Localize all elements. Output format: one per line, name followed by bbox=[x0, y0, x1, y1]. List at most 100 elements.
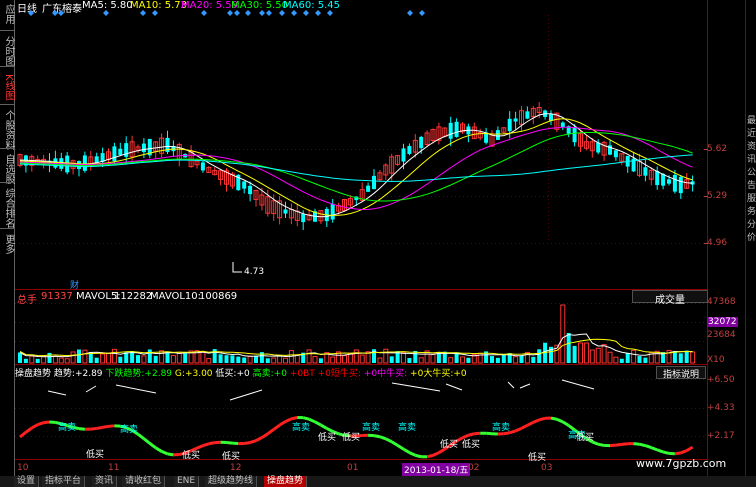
right-strip-char: 资 bbox=[747, 142, 756, 152]
volume-title: 总手 bbox=[17, 295, 37, 306]
right-strip-char: 最 bbox=[747, 116, 756, 126]
candle-body bbox=[613, 150, 618, 158]
tab-super-trendline[interactable]: 超级趋势线 bbox=[205, 476, 258, 487]
tab-news[interactable]: 资讯 bbox=[92, 476, 118, 487]
volume-bar bbox=[330, 356, 336, 364]
candle-body bbox=[94, 156, 99, 163]
right-strip-char: 告 bbox=[747, 181, 756, 191]
volume-bar bbox=[537, 349, 542, 363]
candle-body bbox=[448, 122, 453, 139]
indicator-segment bbox=[432, 451, 440, 457]
volume-bar bbox=[200, 351, 206, 364]
candle-body bbox=[560, 122, 565, 128]
trend-label: 趋势: bbox=[53, 369, 75, 379]
volume-bar bbox=[430, 353, 436, 364]
volume-indicator-select[interactable]: 成交量 bbox=[632, 290, 708, 306]
indicator-segment bbox=[261, 432, 269, 439]
low-price-marker: 4.73 bbox=[244, 267, 265, 277]
volume-bar bbox=[589, 349, 595, 364]
candle-body bbox=[366, 185, 371, 192]
volume-bar bbox=[136, 355, 140, 363]
volume-bar bbox=[637, 356, 642, 363]
indicator-segment bbox=[550, 416, 558, 421]
right-strip-char: 讯 bbox=[747, 155, 756, 165]
volume-tick-top: 47368 bbox=[707, 297, 736, 307]
signal-low-buy: 低买 bbox=[342, 433, 361, 443]
indicator-segment bbox=[90, 426, 97, 431]
signal-high-sell: 高卖 bbox=[58, 423, 77, 433]
indicator-segment bbox=[562, 420, 570, 427]
candle-body bbox=[672, 174, 677, 192]
indicator-segment bbox=[142, 437, 151, 445]
volume-bar bbox=[35, 358, 40, 363]
mavol10-label: MAVOL10: bbox=[150, 291, 202, 302]
volume-bar bbox=[418, 357, 424, 364]
volume-bar bbox=[466, 357, 471, 363]
indicator-tick-top: +6.50 bbox=[707, 375, 735, 385]
indicator-segment bbox=[514, 426, 523, 433]
indicator-segment bbox=[266, 428, 275, 435]
volume-bar bbox=[625, 353, 630, 363]
volume-bar bbox=[247, 355, 253, 364]
volume-bar bbox=[236, 356, 241, 363]
volume-bar bbox=[690, 351, 696, 364]
volume-bar bbox=[684, 350, 689, 363]
signal-low-buy: 低买 bbox=[318, 433, 337, 443]
indicator-help-button[interactable]: 指标说明 bbox=[656, 366, 706, 380]
mid-bull-label: 中牛买: bbox=[377, 369, 408, 379]
indicator-segment bbox=[25, 426, 33, 434]
big-bull-label: 大牛买: bbox=[423, 369, 454, 379]
indicator-segment bbox=[96, 425, 103, 430]
tab-settings[interactable]: 设置 bbox=[14, 476, 40, 487]
signal-low-buy: 低买 bbox=[576, 433, 595, 443]
volume-bar bbox=[77, 349, 81, 363]
indicator-segment bbox=[278, 420, 287, 427]
g-label: G: bbox=[174, 369, 185, 379]
mid-bull-value: +0 bbox=[363, 369, 378, 379]
volume-bar bbox=[224, 355, 229, 363]
right-strip-char: 公 bbox=[747, 168, 756, 178]
indicator-segment bbox=[674, 451, 682, 456]
tab-indicator-platform[interactable]: 指标平台 bbox=[42, 476, 86, 487]
tab-red-packet[interactable]: 请收红包 bbox=[122, 476, 166, 487]
signal-low-buy: 低买 bbox=[86, 450, 105, 460]
volume-bar bbox=[206, 358, 212, 364]
tab-ene[interactable]: ENE bbox=[174, 476, 200, 487]
indicator-segment bbox=[37, 421, 45, 427]
volume-bar bbox=[413, 351, 418, 363]
indicator-segment bbox=[208, 441, 215, 446]
x-label-dec: 12 bbox=[230, 463, 242, 473]
candle-body bbox=[596, 142, 601, 153]
volume-bar bbox=[306, 349, 312, 364]
indicator-segment bbox=[272, 423, 281, 431]
low-buy-label: 低买: bbox=[215, 369, 237, 379]
indicator-segment bbox=[556, 417, 564, 424]
right-strip-char: 分 bbox=[747, 220, 756, 230]
volume-bar bbox=[613, 356, 619, 364]
indicator-segment bbox=[249, 439, 257, 445]
volume-bar bbox=[643, 357, 648, 363]
volume-bar bbox=[460, 356, 465, 364]
bt-label: BT bbox=[303, 369, 315, 379]
indicator-segment bbox=[396, 444, 405, 451]
right-info-strip[interactable]: 最 近 资 讯 公 告 服 务 分 价 bbox=[747, 115, 756, 245]
indicator-segment bbox=[161, 450, 169, 456]
indicator-segment bbox=[644, 444, 652, 450]
candle-body bbox=[572, 127, 577, 143]
indicator-segment bbox=[320, 423, 328, 430]
indicator-segment bbox=[532, 418, 540, 424]
indicator-segment bbox=[680, 449, 688, 455]
kline-chart-canvas bbox=[15, 0, 746, 476]
indicator-segment bbox=[43, 420, 50, 425]
high-sell-value: +0 bbox=[273, 369, 287, 379]
candle-body bbox=[525, 111, 530, 119]
signal-high-sell: 高卖 bbox=[492, 423, 511, 433]
tab-trading-trend[interactable]: 操盘趋势 bbox=[264, 476, 308, 487]
indicator-segment bbox=[526, 420, 534, 427]
signal-high-sell: 高卖 bbox=[398, 423, 417, 433]
price-tick-low: 4.96 bbox=[707, 238, 728, 248]
candle-body bbox=[200, 162, 205, 171]
indicator-segment bbox=[167, 452, 174, 457]
finance-marker[interactable]: 财 bbox=[70, 278, 79, 291]
volume-bar bbox=[353, 349, 359, 364]
